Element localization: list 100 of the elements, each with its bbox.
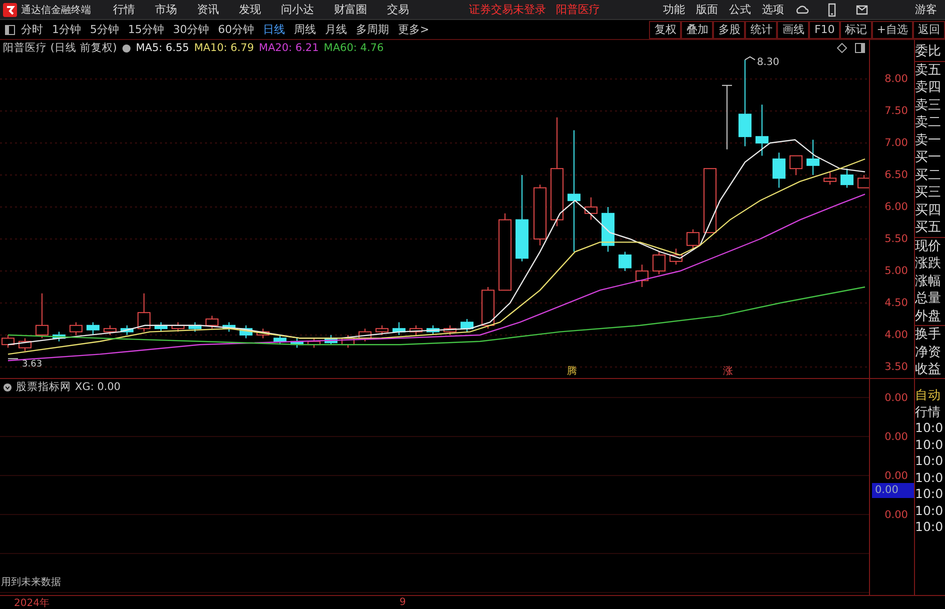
candlestick: [618, 251, 632, 272]
quote-label: 买四: [915, 202, 942, 219]
candlestick: [206, 315, 218, 330]
period-tab[interactable]: 5分钟: [90, 22, 119, 37]
candlestick: [584, 196, 598, 220]
candlestick: [36, 292, 48, 339]
candlestick: [772, 152, 786, 188]
ma-reading: MA10: 6.79: [194, 42, 254, 54]
period-tab[interactable]: 日线: [263, 22, 285, 37]
quote-label: 买二: [915, 166, 942, 184]
indicator-name[interactable]: 股票指标网: [16, 380, 71, 394]
toolbar-button[interactable]: F10: [809, 20, 840, 38]
candlestick: [460, 318, 474, 332]
period-tab[interactable]: 更多>: [398, 22, 430, 37]
candlestick: [358, 328, 372, 342]
candlestick: [342, 334, 354, 348]
period-tab[interactable]: 30分钟: [173, 22, 209, 37]
price-tick: 3.50: [884, 360, 909, 375]
mode-label[interactable]: 行情: [915, 404, 945, 420]
candlestick: [274, 334, 286, 346]
ma-reading: MA5: 6.55: [136, 42, 190, 54]
quote-label: 卖三: [915, 96, 942, 114]
candlestick: [426, 324, 440, 336]
date-label: 9: [399, 597, 406, 608]
toolbar-button[interactable]: 多股: [713, 20, 746, 38]
quote-label: 委比: [915, 43, 945, 62]
value-tick: 0.00: [884, 469, 909, 484]
warning-note: 用到未来数据: [0, 576, 62, 590]
high-price-label: 8.30: [757, 56, 780, 68]
period-tab[interactable]: 15分钟: [128, 22, 164, 37]
quote-label: 买一: [915, 149, 942, 166]
candlestick: [240, 324, 252, 339]
quote-label: 卖一: [915, 132, 942, 149]
candlestick: [86, 322, 100, 336]
price-tick: 5.50: [884, 232, 909, 247]
settings-icon[interactable]: [122, 44, 131, 52]
period-tab[interactable]: 多周期: [356, 22, 389, 37]
quote-label: 总量: [915, 290, 942, 308]
period-tab[interactable]: 60分钟: [218, 22, 254, 37]
price-tick: 4.00: [884, 328, 909, 343]
menu-item[interactable]: 问小达: [281, 2, 314, 17]
candlestick: [756, 104, 768, 156]
quote-label: 卖二: [915, 114, 942, 132]
price-tick: 6.50: [884, 168, 909, 183]
menu-item[interactable]: 行情: [113, 2, 135, 17]
toolbar-button[interactable]: 复权: [649, 20, 682, 38]
quote-label: 卖四: [915, 79, 942, 96]
menu-item[interactable]: 财富圈: [334, 2, 367, 17]
indicator-reading: XG: 0.00: [75, 381, 121, 393]
candlestick: [652, 251, 666, 275]
menu-item[interactable]: 选项: [762, 2, 784, 17]
toolbar-button[interactable]: +自选: [872, 20, 913, 38]
period-tab[interactable]: 月线: [325, 22, 347, 37]
quote-label: 买三: [915, 184, 942, 202]
app-logo-icon: [3, 2, 17, 16]
price-tick: 6.00: [884, 200, 909, 215]
signal-marker: 腾: [567, 366, 577, 377]
candlestick: [670, 248, 682, 266]
menu-item[interactable]: 版面: [696, 2, 718, 17]
menu-item[interactable]: 市场: [155, 2, 177, 17]
stock-name[interactable]: 阳普医疗: [556, 2, 600, 17]
leader-line: [8, 358, 18, 360]
price-tick: 5.00: [884, 264, 909, 279]
mode-label[interactable]: 自动: [915, 387, 945, 404]
candlestick: [534, 184, 546, 246]
mail-icon[interactable]: [855, 2, 869, 16]
quote-label: 外盘: [915, 308, 945, 326]
period-tab[interactable]: 分时: [21, 22, 43, 37]
candlestick: [858, 174, 869, 188]
menu-item[interactable]: 资讯: [197, 2, 219, 17]
diamond-icon[interactable]: [837, 43, 847, 53]
trade-time: 10:0: [915, 453, 944, 470]
candlestick: [806, 139, 820, 176]
toolbar-button[interactable]: 统计: [745, 20, 778, 38]
trade-time: 10:0: [915, 502, 944, 519]
menu-item[interactable]: 公式: [729, 2, 751, 17]
toolbar-button[interactable]: 画线: [777, 20, 810, 38]
toolbar-button[interactable]: 标记: [840, 20, 872, 38]
ma-reading: MA60: 4.76: [324, 42, 384, 54]
dropdown-icon[interactable]: [3, 382, 12, 392]
toolbar-button[interactable]: 叠加: [681, 20, 714, 38]
user-name[interactable]: 游客: [915, 2, 937, 17]
period-tab[interactable]: 周线: [294, 22, 316, 37]
login-status[interactable]: 证券交易未登录: [469, 2, 546, 17]
cloud-icon[interactable]: [795, 2, 809, 16]
quote-label: 涨跌: [915, 255, 942, 272]
period-tab[interactable]: 1分钟: [52, 22, 81, 37]
candlestick: [482, 286, 494, 330]
candlestick: [392, 322, 406, 336]
cursor-value: 0.00: [872, 483, 914, 498]
toolbar-button[interactable]: 返回: [913, 20, 945, 38]
chart-title: 阳普医疗 (日线 前复权): [3, 41, 117, 55]
menu-item[interactable]: 发现: [239, 2, 261, 17]
panel-icon[interactable]: [855, 43, 865, 53]
price-tick: 7.50: [884, 104, 909, 119]
price-tick: 4.50: [884, 296, 909, 311]
candlestick: [2, 334, 14, 348]
panel-toggle-icon[interactable]: [5, 24, 15, 34]
menu-item[interactable]: 交易: [387, 2, 409, 17]
menu-item[interactable]: 功能: [663, 2, 685, 17]
